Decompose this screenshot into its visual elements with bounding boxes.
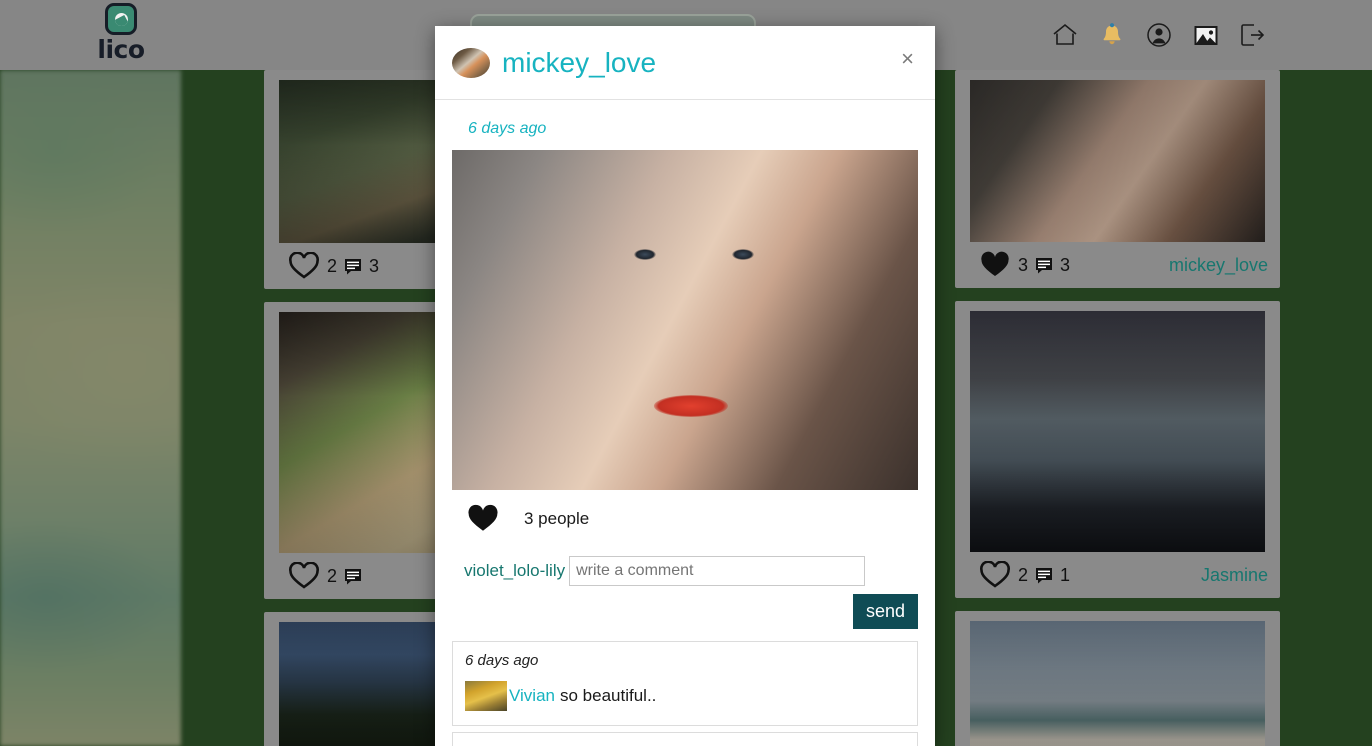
post-footer: 3 3 mickey_love: [955, 242, 1280, 288]
like-count: 3: [1018, 254, 1029, 275]
post-photo[interactable]: [970, 80, 1265, 242]
comment-icon[interactable]: [344, 258, 362, 275]
post-photo[interactable]: [970, 621, 1265, 746]
comment-icon[interactable]: [1035, 257, 1053, 274]
likes-row: 3 people: [452, 490, 918, 544]
photo-detail: [731, 248, 754, 260]
post-owner-link[interactable]: mickey_love: [1169, 255, 1268, 276]
nav-icon-group: [1050, 0, 1268, 70]
like-count: 2: [327, 565, 338, 586]
modal-author-link[interactable]: mickey_love: [502, 47, 656, 79]
bell-icon[interactable]: [1097, 20, 1127, 50]
post-photo[interactable]: [970, 311, 1265, 552]
like-button[interactable]: [466, 504, 500, 534]
camera-lens-icon: [114, 12, 128, 26]
post-card: [955, 611, 1280, 746]
brand-name: lico: [97, 35, 145, 64]
post-detail-modal: mickey_love × 6 days ago 3 people violet…: [435, 26, 935, 746]
profile-icon[interactable]: [1144, 20, 1174, 50]
comment-author-link[interactable]: Vivian: [509, 686, 555, 706]
comment-input[interactable]: [569, 556, 866, 586]
photo-detail: [633, 248, 656, 260]
like-button[interactable]: [979, 251, 1011, 279]
comment-icon[interactable]: [344, 568, 362, 585]
like-button[interactable]: [288, 562, 320, 590]
comment-timestamp: 6 days ago: [465, 652, 539, 669]
photo-detail: [653, 394, 728, 417]
like-count: 2: [1018, 564, 1029, 585]
comment-form: violet_lolo-lily: [452, 544, 918, 586]
avatar: [452, 47, 490, 78]
home-icon[interactable]: [1050, 20, 1080, 50]
comment-item: 6 days ago Vivian so beautiful..: [452, 641, 918, 726]
comment-item-partial: [452, 732, 918, 746]
background-blur-strip: [0, 70, 181, 746]
comment-icon[interactable]: [1035, 567, 1053, 584]
comment-count: 3: [369, 255, 380, 276]
like-count: 2: [327, 255, 338, 276]
post-owner-link[interactable]: Jasmine: [1201, 565, 1268, 586]
avatar: [465, 681, 507, 711]
post-card: 3 3 mickey_love: [955, 70, 1280, 288]
post-footer: 2 1 Jasmine: [955, 552, 1280, 598]
send-button[interactable]: send: [852, 594, 918, 629]
comment-text: so beautiful..: [560, 686, 657, 705]
likes-count-label: 3 people: [524, 509, 590, 528]
like-button[interactable]: [979, 561, 1011, 589]
current-user-link[interactable]: violet_lolo-lily: [464, 561, 565, 581]
app-root: lico 2 3 2 3 3 mickey_love 2 1 Jasmine m…: [0, 0, 1372, 746]
feed-column-right: 3 3 mickey_love 2 1 Jasmine: [955, 70, 1280, 746]
post-card: 2 1 Jasmine: [955, 301, 1280, 598]
modal-header: mickey_love ×: [435, 26, 935, 100]
comment-body: Vivian so beautiful..: [465, 681, 905, 711]
close-icon[interactable]: ×: [895, 47, 920, 71]
logout-icon[interactable]: [1238, 20, 1268, 50]
modal-body: 6 days ago 3 people violet_lolo-lily wri…: [435, 120, 935, 746]
post-timestamp: 6 days ago: [468, 120, 547, 137]
post-photo-large[interactable]: [452, 150, 918, 490]
brand-logo-link[interactable]: lico: [96, 0, 146, 70]
like-button[interactable]: [288, 252, 320, 280]
send-row: send: [452, 586, 918, 629]
comment-list: 6 days ago Vivian so beautiful..: [452, 629, 918, 746]
gallery-icon[interactable]: [1191, 20, 1221, 50]
camera-icon: [105, 3, 137, 35]
comment-count: 3: [1060, 254, 1071, 275]
comment-count: 1: [1060, 564, 1071, 585]
